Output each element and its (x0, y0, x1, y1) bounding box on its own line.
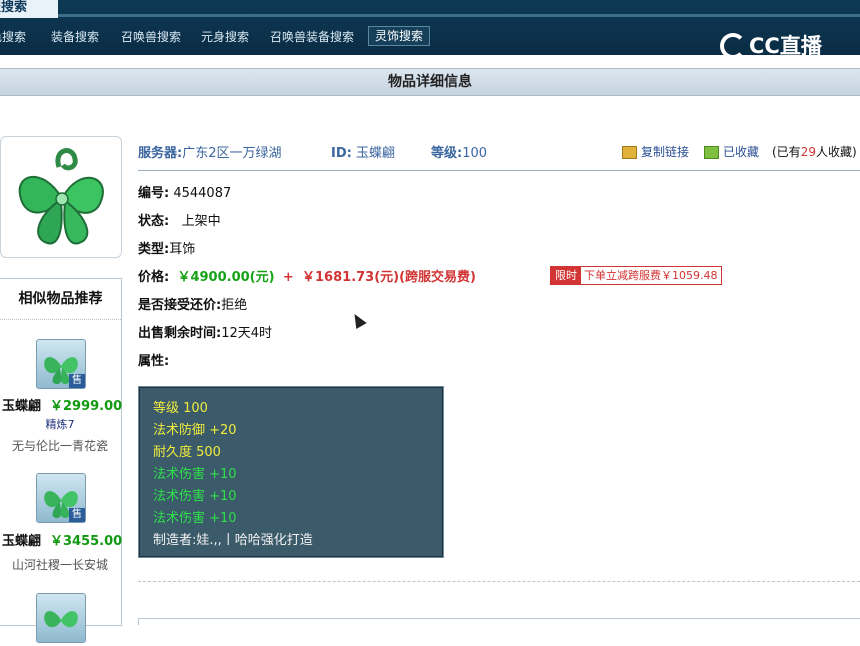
id-value: 玉蝶翩 (355, 146, 395, 161)
code-label: 编号: (138, 186, 170, 201)
level-value: 100 (462, 146, 488, 161)
cc-logo-text: CC直播 (749, 34, 822, 58)
cc-live-logo: CC直播 (720, 28, 835, 62)
bargain-label: 是否接受还价: (138, 298, 222, 313)
similar-item-1-icon[interactable]: 售 (36, 339, 86, 389)
attr-magic-damage-2: 法术伤害 +10 (153, 489, 237, 504)
attributes-label: 属性: (138, 354, 170, 369)
price-label: 价格: (138, 270, 170, 285)
similar-item-1-refine: 精炼7 (45, 418, 75, 431)
limited-tag-message: 下单立减跨服费￥1059.48 (584, 269, 718, 282)
price-main: ￥4900.00(元) (177, 270, 275, 285)
attr-magic-damage-3: 法术伤害 +10 (153, 511, 237, 526)
item-info-header: 服务器:广东2区一万绿湖 ID: 玉蝶翩 等级:100 复制链接 已收藏 (已有… (138, 140, 860, 162)
limited-discount-tag: 限时 下单立减跨服费￥1059.48 (550, 266, 722, 285)
for-sale-badge: 售 (69, 508, 85, 522)
similar-items-title: 相似物品推荐 (0, 279, 121, 320)
copy-link-label: 复制链接 (641, 145, 690, 159)
similar-item-2-icon[interactable]: 售 (36, 473, 86, 523)
bargain-row: 是否接受还价:拒绝 (138, 294, 247, 313)
bargain-value: 拒绝 (221, 298, 248, 313)
attr-level: 等级 100 (153, 401, 208, 416)
section-title: 物品详细信息 (388, 74, 472, 90)
similar-item-1-name[interactable]: 玉蝶翩 (2, 395, 41, 414)
status-label: 状态: (138, 214, 170, 229)
cc-logo-icon (720, 33, 746, 59)
remaining-time-row: 出售剩余时间:12天4时 (138, 322, 272, 341)
type-row: 类型:耳饰 (138, 238, 195, 257)
code-value: 4544087 (173, 186, 232, 201)
limited-tag-label: 限时 (551, 267, 581, 284)
item-image (0, 136, 122, 258)
top-tab[interactable]: 服搜索 (0, 0, 58, 18)
similar-item-1-server: 无与伦比一青花瓷 (11, 439, 108, 453)
level-label: 等级: (431, 146, 463, 161)
jade-butterfly-icon (18, 148, 104, 245)
similar-item-1-price: ￥2999.00 (50, 399, 123, 414)
nav-pet-equipment-search[interactable]: 召唤兽装备搜索 (270, 28, 354, 46)
price-row: 价格: ￥4900.00(元) + ￥1681.73(元)(跨服交易费) (138, 266, 476, 285)
top-bar: 服搜索 色搜索 装备搜索 召唤兽搜索 元身搜索 召唤兽装备搜索 灵饰搜索 CC直… (0, 0, 860, 59)
top-stripe (0, 14, 860, 17)
favorite-count-suffix: 人收藏) (815, 145, 857, 159)
attr-magic-damage-1: 法术伤害 +10 (153, 467, 237, 482)
similar-item-2-server: 山河社稷一长安城 (11, 558, 108, 572)
search-nav: 色搜索 装备搜索 召唤兽搜索 元身搜索 召唤兽装备搜索 灵饰搜索 (0, 25, 720, 51)
section-divider (138, 581, 860, 582)
jade-butterfly-thumb-icon (44, 611, 78, 628)
remaining-time-label: 出售剩余时间: (138, 326, 222, 341)
price-plus: + (282, 270, 294, 285)
attr-durability: 耐久度 500 (153, 445, 221, 460)
attr-maker: 制造者:娃.,,丨哈哈强化打造 (153, 533, 313, 548)
favorite-count: (已有29人收藏) (772, 143, 857, 160)
type-label: 类型: (138, 242, 170, 257)
favorite-button[interactable]: 已收藏 (704, 143, 759, 160)
favorite-count-prefix: (已有 (772, 145, 801, 159)
server-label: 服务器: (138, 146, 183, 161)
nav-role-search[interactable]: 色搜索 (0, 28, 26, 46)
type-value: 耳饰 (169, 242, 196, 257)
favorite-count-number: 29 (800, 145, 816, 159)
nav-body-search[interactable]: 元身搜索 (201, 28, 249, 46)
attr-magic-defense: 法术防御 +20 (153, 423, 237, 438)
id-label: ID: (331, 146, 352, 161)
nav-pet-search[interactable]: 召唤兽搜索 (121, 28, 181, 46)
status-row: 状态: 上架中 (138, 210, 221, 229)
code-row: 编号: 4544087 (138, 182, 231, 201)
section-header: 物品详细信息 (0, 68, 860, 96)
favorite-label: 已收藏 (723, 145, 760, 159)
status-value: 上架中 (181, 214, 221, 229)
favorite-icon (704, 146, 719, 159)
similar-item-3-icon[interactable] (36, 593, 86, 643)
info-divider (138, 170, 860, 171)
server-value: 广东2区一万绿湖 (182, 146, 282, 161)
copy-link-button[interactable]: 复制链接 (622, 143, 689, 160)
attribute-panel: 等级 100 法术防御 +20 耐久度 500 法术伤害 +10 法术伤害 +1… (138, 386, 444, 558)
price-fee: ￥1681.73(元)(跨服交易费) (302, 270, 476, 285)
similar-item-2-price: ￥3455.00 (50, 534, 123, 549)
for-sale-badge: 售 (69, 374, 85, 388)
remaining-time-value: 12天4时 (221, 326, 273, 341)
nav-accessory-search[interactable]: 灵饰搜索 (368, 26, 431, 46)
mouse-cursor-icon (349, 310, 367, 330)
similar-items-panel: 相似物品推荐 售 玉蝶翩 ￥2999.00 精炼7 无与伦比一青花瓷 售 玉蝶翩… (0, 278, 123, 643)
similar-item-2-name[interactable]: 玉蝶翩 (2, 530, 41, 549)
nav-equipment-search[interactable]: 装备搜索 (51, 28, 99, 46)
attributes-row: 属性: (138, 350, 169, 369)
copy-link-icon (622, 146, 637, 159)
